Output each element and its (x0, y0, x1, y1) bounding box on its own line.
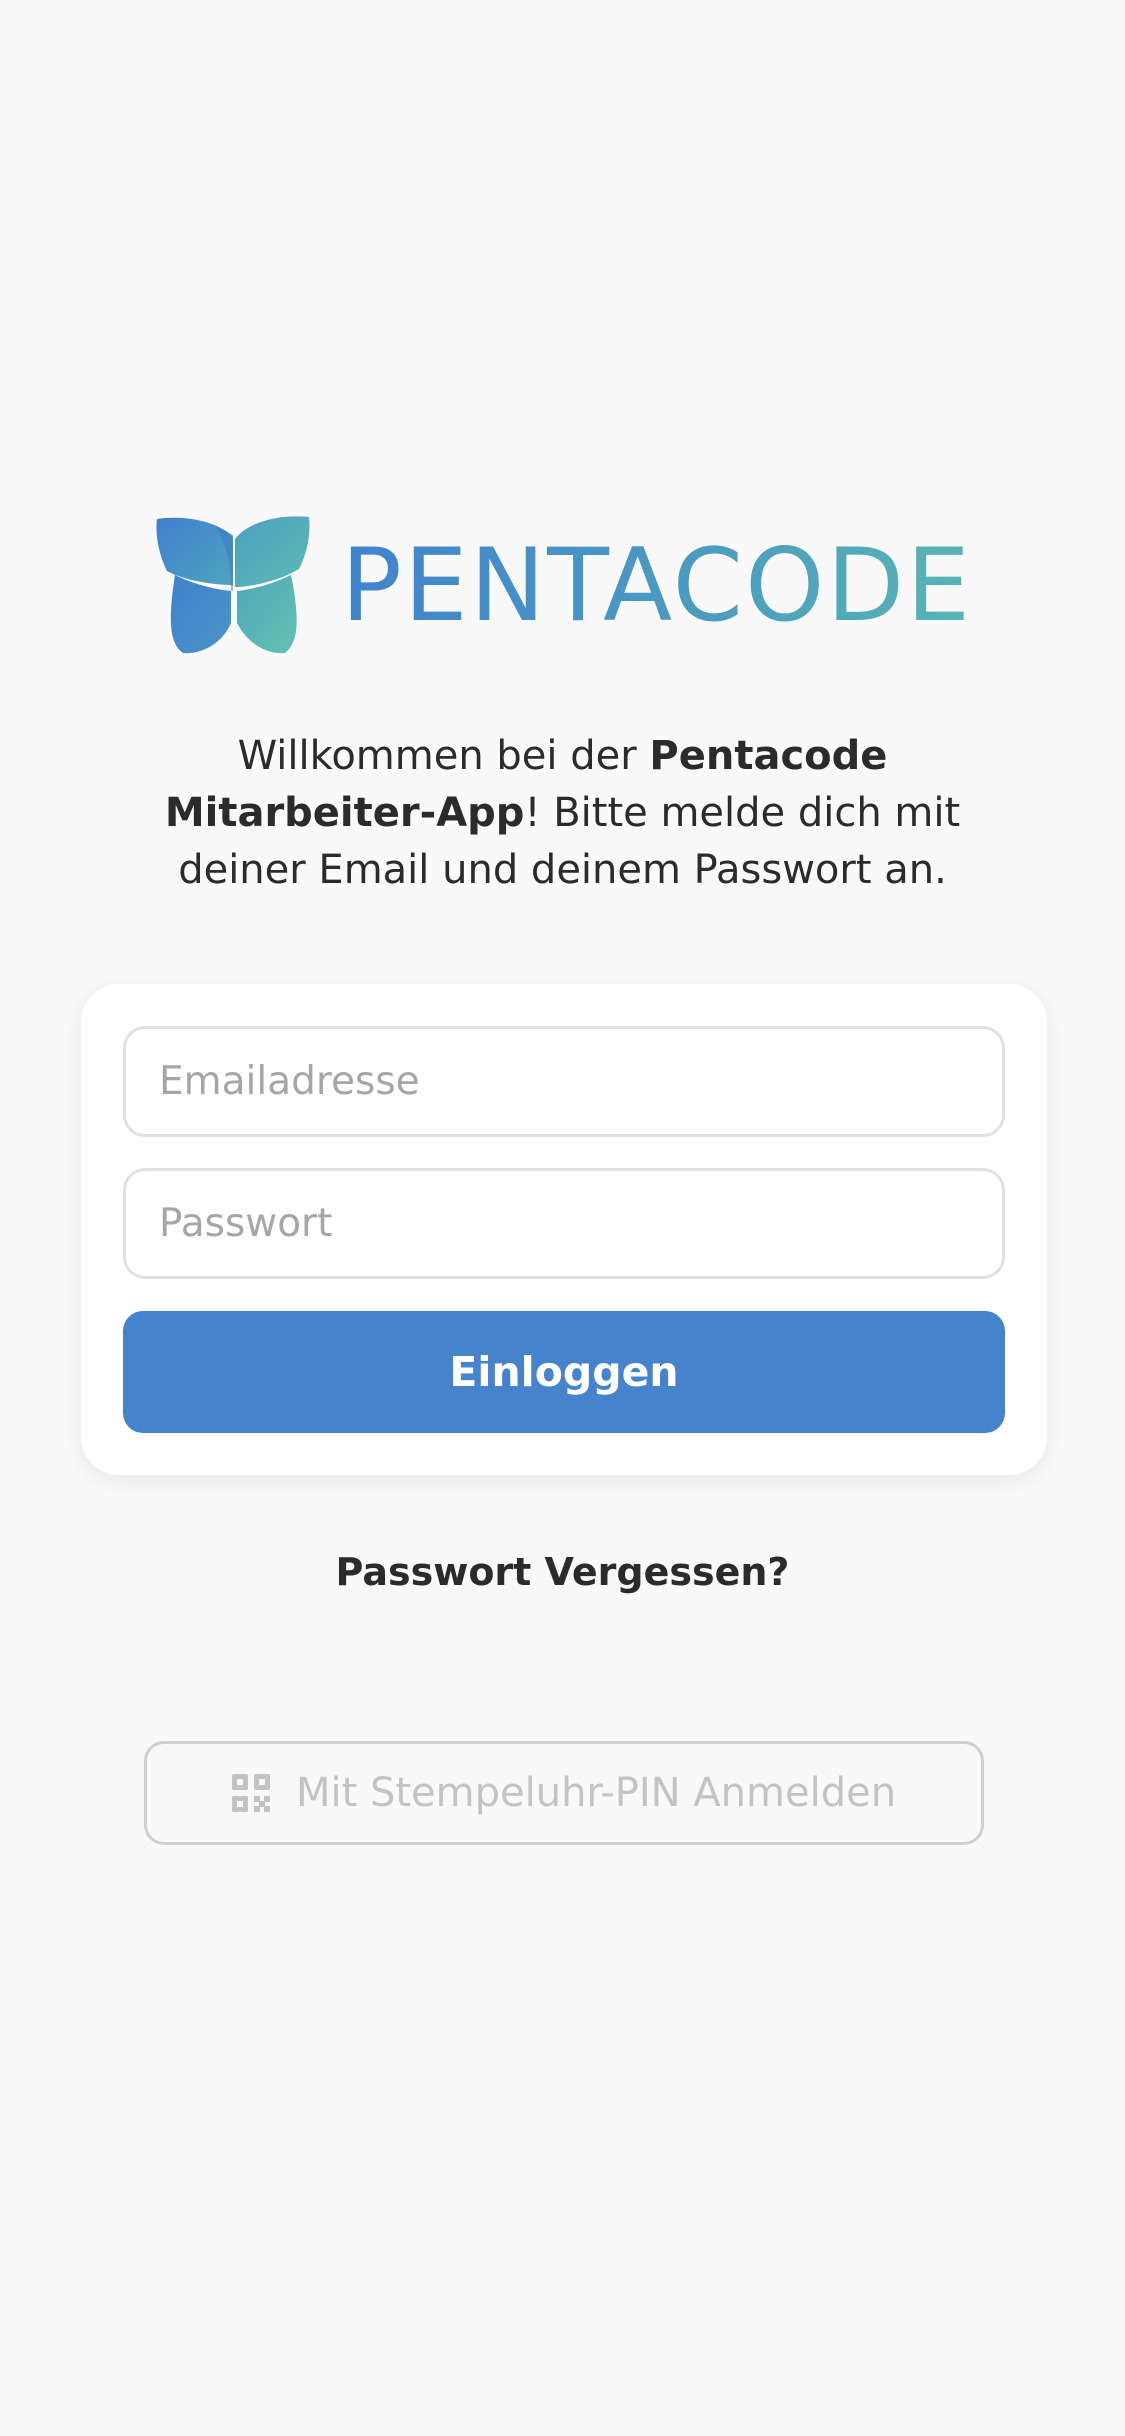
login-button[interactable]: Einloggen (123, 1311, 1005, 1433)
pin-login-button[interactable]: Mit Stempeluhr-PIN Anmelden (144, 1741, 984, 1845)
butterfly-logo-icon (156, 516, 310, 654)
forgot-password-link[interactable]: Passwort Vergessen? (0, 1550, 1125, 1594)
password-input[interactable] (123, 1168, 1005, 1279)
qr-code-icon (231, 1774, 270, 1812)
pin-login-label: Mit Stempeluhr-PIN Anmelden (295, 1770, 897, 1816)
login-card: Einloggen (81, 984, 1047, 1475)
brand-logo: PENTACODE (155, 515, 975, 655)
brand-name: PENTACODE (341, 525, 973, 644)
login-screen: PENTACODE Willkommen bei der Pentacode M… (0, 0, 1125, 2436)
email-input[interactable] (123, 1026, 1005, 1137)
welcome-text: Willkommen bei der Pentacode Mitarbeiter… (164, 733, 961, 893)
